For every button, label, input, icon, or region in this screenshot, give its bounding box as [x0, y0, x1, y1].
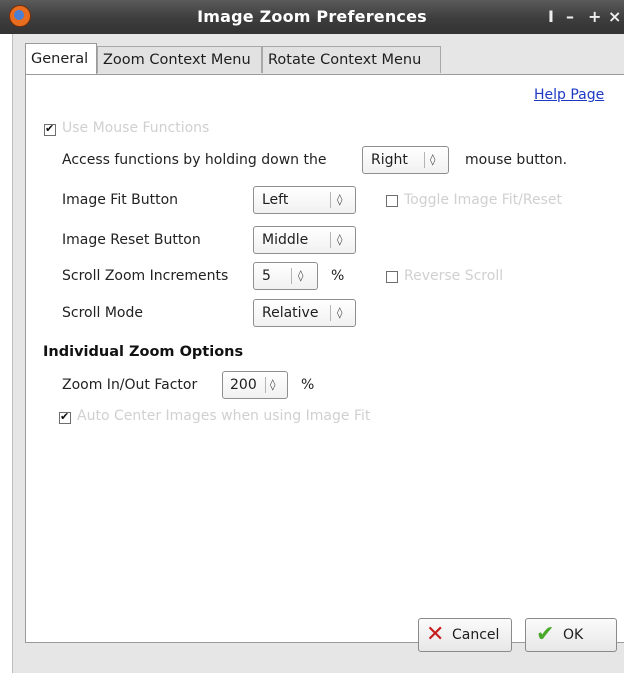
individual-zoom-options-heading: Individual Zoom Options	[43, 344, 244, 360]
zoom-factor-unit: %	[301, 377, 315, 393]
scroll-mode-select[interactable]: Relative ◊	[253, 299, 356, 327]
zoom-factor-stepper[interactable]: 200 ◊	[222, 371, 288, 399]
scroll-zoom-increments-label: Scroll Zoom Increments	[62, 268, 229, 284]
scroll-mode-label: Scroll Mode	[62, 305, 143, 321]
general-panel: Help Page Use Mouse Functions Access fun…	[25, 74, 624, 643]
image-fit-button-select[interactable]: Left ◊	[253, 186, 356, 214]
cancel-x-icon: ✕	[426, 622, 445, 647]
scroll-zoom-unit: %	[331, 268, 345, 284]
use-mouse-functions-label: Use Mouse Functions	[62, 120, 210, 136]
spinner-icon: ◊	[337, 193, 343, 206]
preferences-window: General Zoom Context Menu Rotate Context…	[12, 34, 624, 673]
mouse-button-select[interactable]: Right ◊	[362, 146, 449, 174]
help-page-link[interactable]: Help Page	[534, 87, 604, 103]
access-functions-label: Access functions by holding down the	[62, 152, 327, 168]
spinner-icon: ◊	[270, 378, 276, 391]
spinner-icon: ◊	[337, 306, 343, 319]
minimize-button[interactable]: –	[566, 0, 574, 34]
close-button[interactable]: ×	[608, 0, 621, 34]
mouse-button-suffix-label: mouse button.	[465, 152, 568, 168]
image-reset-button-label: Image Reset Button	[62, 232, 201, 248]
zoom-factor-label: Zoom In/Out Factor	[62, 377, 198, 393]
reverse-scroll-label: Reverse Scroll	[404, 268, 504, 284]
checkmark-icon: ✔	[536, 622, 555, 647]
spinner-icon: ◊	[337, 233, 343, 246]
scroll-zoom-increments-stepper[interactable]: 5 ◊	[253, 262, 318, 290]
auto-center-checkbox[interactable]	[59, 410, 71, 424]
use-mouse-functions-checkbox[interactable]	[44, 122, 56, 136]
pin-icon[interactable]: I	[548, 0, 554, 34]
reverse-scroll-checkbox[interactable]	[386, 271, 398, 283]
window-title: Image Zoom Preferences	[197, 7, 427, 26]
image-reset-button-select[interactable]: Middle ◊	[253, 226, 356, 254]
spinner-icon: ◊	[430, 153, 436, 166]
tab-rotate-context-menu[interactable]: Rotate Context Menu	[262, 46, 441, 73]
toggle-image-fit-checkbox[interactable]	[386, 195, 398, 207]
cancel-button[interactable]: ✕ Cancel	[418, 618, 512, 652]
spinner-icon: ◊	[298, 269, 304, 282]
title-bar: Image Zoom Preferences I – + ×	[0, 0, 624, 34]
tab-general[interactable]: General	[25, 43, 97, 74]
image-fit-button-label: Image Fit Button	[62, 192, 179, 208]
toggle-image-fit-label: Toggle Image Fit/Reset	[404, 192, 562, 208]
ok-button[interactable]: ✔ OK	[525, 618, 617, 652]
auto-center-label: Auto Center Images when using Image Fit	[77, 408, 371, 424]
maximize-button[interactable]: +	[588, 0, 601, 34]
tab-zoom-context-menu[interactable]: Zoom Context Menu	[97, 46, 262, 73]
